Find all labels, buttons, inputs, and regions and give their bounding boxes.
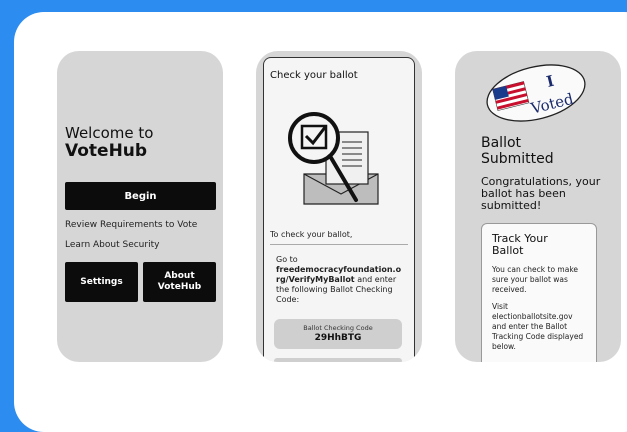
submitted-title: Ballot Submitted (481, 135, 554, 167)
phone-welcome-screen: Welcome to VoteHub Begin Review Requirem… (57, 51, 223, 362)
title-line-1: Ballot (481, 135, 522, 151)
phone-submitted-screen: I Voted Ballot Submitted Congratulations… (455, 51, 621, 362)
about-line-2: VoteHub (157, 282, 202, 292)
phone-check-ballot-screen: Check your ballot To check your ballot, … (256, 51, 422, 362)
goto-prefix: Go to (276, 255, 298, 264)
congrats-text: Congratulations, your ballot has been su… (481, 175, 601, 212)
welcome-line-1: Welcome to (65, 124, 154, 142)
ballot-code-value: 29HhBTG (314, 333, 362, 343)
learn-security-link[interactable]: Learn About Security (65, 240, 159, 250)
check-ballot-title: Check your ballot (270, 70, 358, 81)
track-ballot-title: Track Your Ballot (492, 233, 548, 257)
ballot-code-box: Ballot Checking Code 29HhBTG (274, 319, 402, 349)
title-line-2: Submitted (481, 151, 554, 167)
divider (270, 244, 408, 245)
begin-button[interactable]: Begin (65, 182, 216, 210)
to-check-text: To check your ballot, (270, 230, 353, 239)
bottom-bar (274, 358, 402, 362)
check-ballot-panel: Check your ballot To check your ballot, … (263, 57, 415, 362)
settings-button[interactable]: Settings (65, 262, 138, 302)
about-line-1: About (164, 271, 195, 281)
about-votehub-button[interactable]: About VoteHub (143, 262, 216, 302)
magnifier-envelope-icon (288, 112, 379, 205)
app-name: VoteHub (65, 141, 148, 161)
goto-instructions: Go to freedemocracyfoundation.org/Verify… (276, 255, 402, 305)
track-paragraph-1: You can check to make sure your ballot w… (492, 265, 579, 294)
track-paragraph-2: Visit electionballotsite.gov and enter t… (492, 302, 584, 351)
track-title-line-2: Ballot (492, 244, 524, 257)
review-requirements-link[interactable]: Review Requirements to Vote (65, 220, 197, 230)
i-voted-sticker-icon: I Voted (486, 64, 586, 122)
ballot-code-label: Ballot Checking Code (303, 324, 373, 332)
track-ballot-card: Track Your Ballot You can check to make … (481, 223, 597, 362)
welcome-heading: Welcome to VoteHub (65, 124, 153, 160)
